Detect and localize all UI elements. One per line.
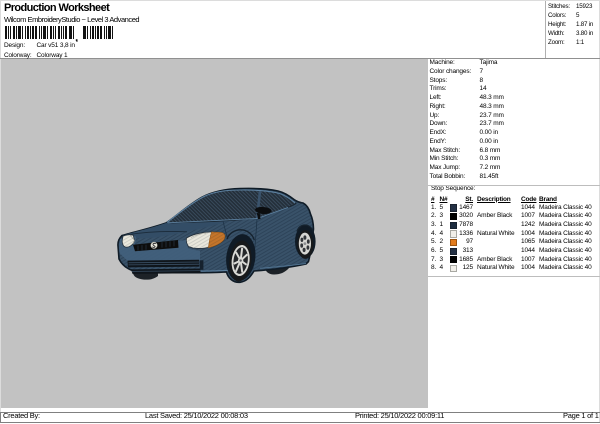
svg-text:,: , (75, 30, 78, 42)
